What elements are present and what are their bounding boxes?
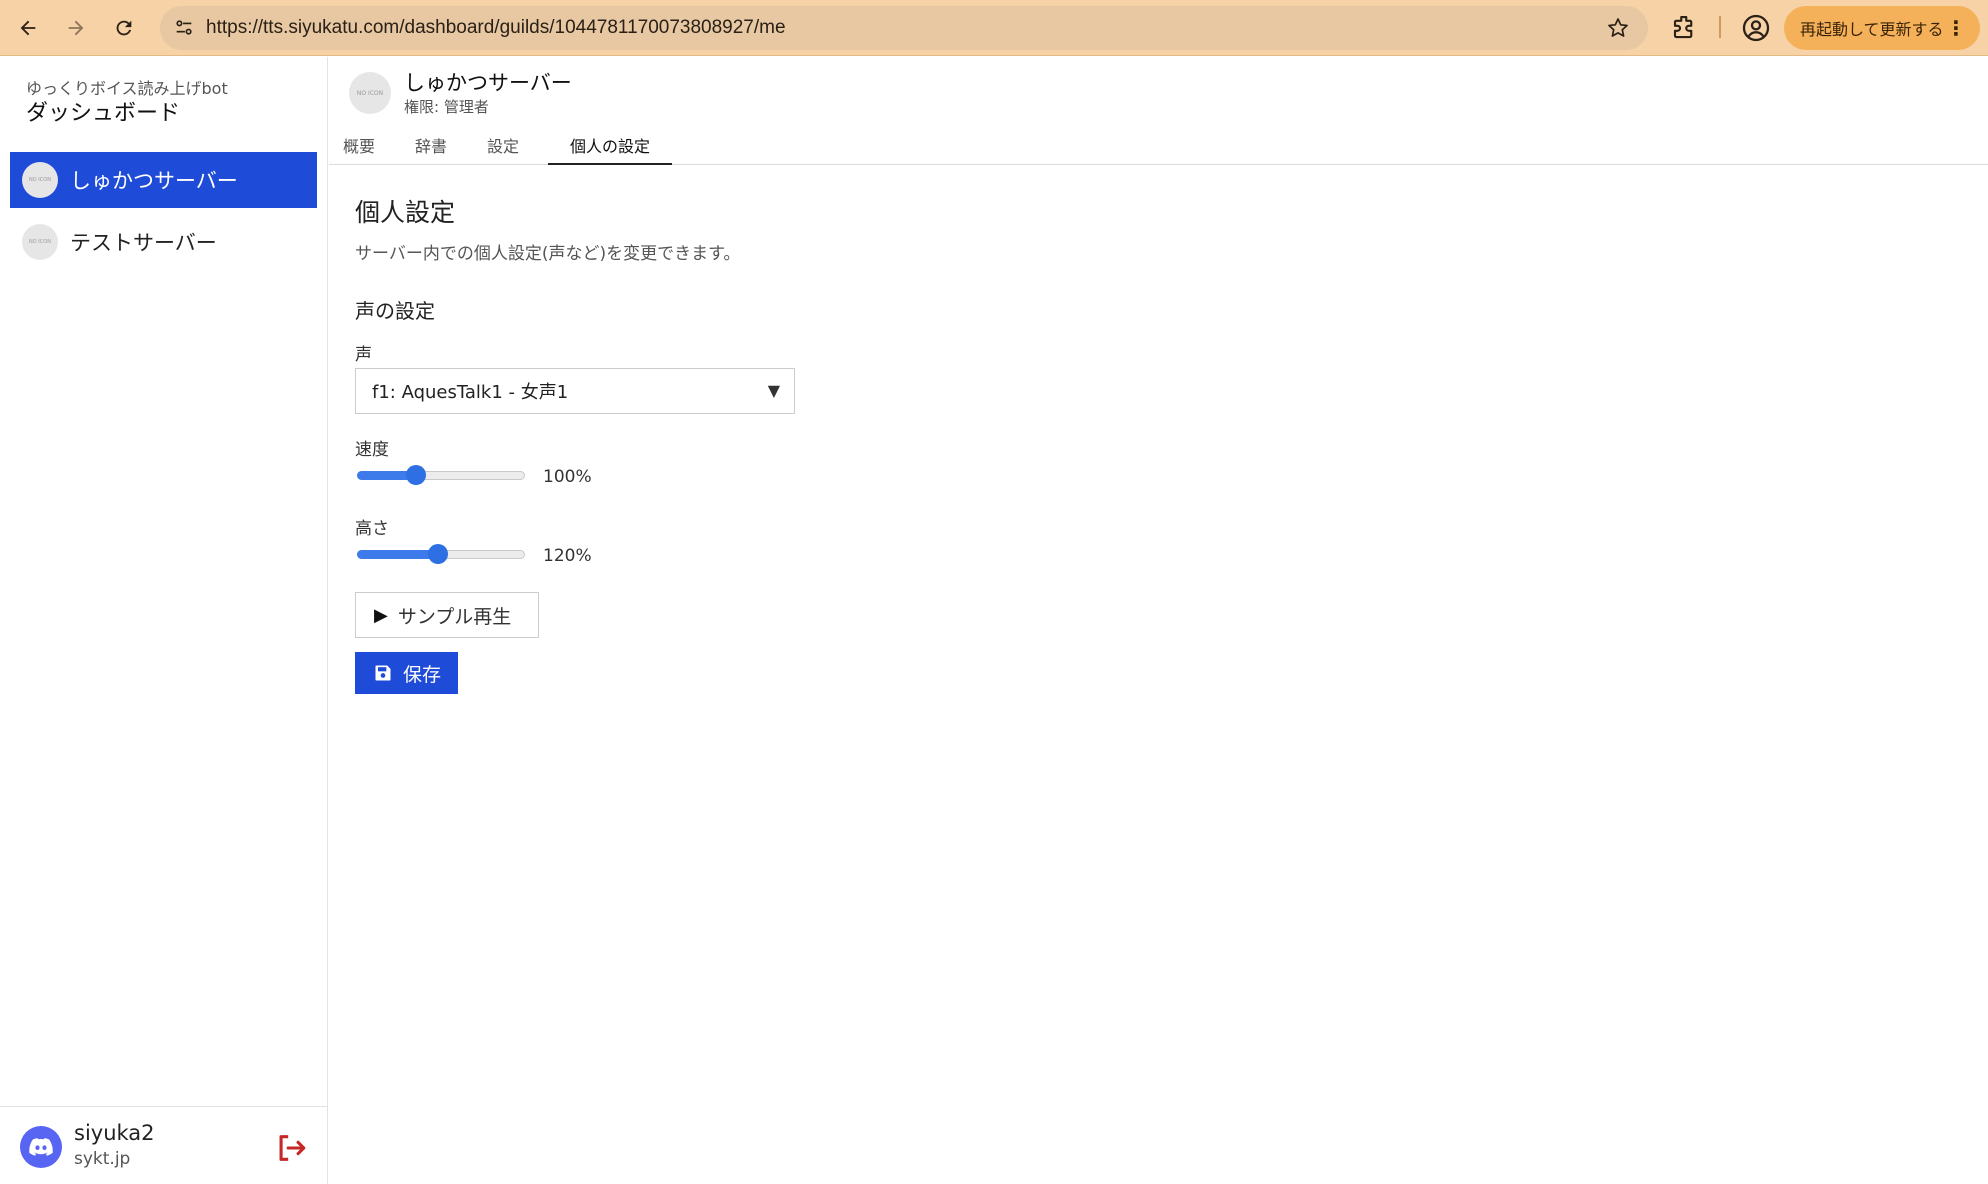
sidebar: ゆっくりボイス読み上げbot ダッシュボード NO ICON しゅかつサーバー … [0,57,328,1184]
server-avatar: NO ICON [22,224,58,260]
bookmark-star-icon[interactable] [1606,16,1630,40]
speed-slider[interactable] [357,465,525,485]
sample-play-button[interactable]: ▶ サンプル再生 [355,592,539,638]
toolbar-divider [1719,16,1721,38]
tab-personal-settings[interactable]: 個人の設定 [548,127,672,165]
user-panel: siyuka2 sykt.jp [0,1106,327,1184]
section-title: 個人設定 [355,198,456,227]
guild-role: 権限: 管理者 [404,98,489,116]
extensions-icon[interactable] [1670,12,1700,42]
main-content: NO ICON しゅかつサーバー 権限: 管理者 概要 辞書 設定 個人の設定 … [329,57,1988,1184]
relaunch-update-button[interactable]: 再起動して更新する ⋮ [1784,6,1980,50]
server-avatar: NO ICON [22,162,58,198]
forward-button[interactable] [58,10,94,46]
voice-select-value: f1: AquesTalk1 - 女声1 [372,382,569,403]
pitch-slider[interactable] [357,544,525,564]
sidebar-title: ダッシュボード [26,101,181,126]
site-settings-icon[interactable] [170,14,198,42]
save-button[interactable]: 保存 [355,652,458,694]
relaunch-update-label: 再起動して更新する [1800,20,1944,39]
pitch-slider-fill [357,550,438,559]
more-vertical-icon: ⋮ [1946,16,1966,40]
address-bar[interactable]: https://tts.siyukatu.com/dashboard/guild… [160,6,1648,50]
sample-play-label: サンプル再生 [397,605,512,628]
pitch-label: 高さ [355,519,389,539]
guild-name: しゅかつサーバー [404,71,572,95]
speed-slider-thumb[interactable] [406,465,426,485]
pitch-slider-thumb[interactable] [428,544,448,564]
speed-value: 100% [543,467,592,487]
tab-overview[interactable]: 概要 [329,127,389,165]
back-button[interactable] [10,10,46,46]
chevron-down-icon: ▼ [767,381,780,400]
tab-dictionary[interactable]: 辞書 [401,127,461,165]
arrow-right-icon [68,20,84,36]
play-icon: ▶ [374,604,388,626]
url-text: https://tts.siyukatu.com/dashboard/guild… [206,17,786,38]
tab-bar: 概要 辞書 設定 個人の設定 [329,127,1988,165]
tab-settings[interactable]: 設定 [473,127,533,165]
voice-label: 声 [355,345,372,365]
profile-icon[interactable] [1740,12,1772,44]
voice-select[interactable]: f1: AquesTalk1 - 女声1 ▼ [355,368,795,414]
logout-icon[interactable] [274,1131,308,1165]
discord-icon [29,1138,53,1156]
browser-toolbar: https://tts.siyukatu.com/dashboard/guild… [0,0,1988,56]
floppy-disk-icon [375,665,391,681]
sidebar-item-label: しゅかつサーバー [70,169,238,193]
reload-button[interactable] [106,10,142,46]
section-description: サーバー内での個人設定(声など)を変更できます。 [355,244,741,264]
sidebar-item-test-server[interactable]: NO ICON テストサーバー [10,214,317,270]
save-label: 保存 [403,663,442,686]
sidebar-item-label: テストサーバー [70,231,217,255]
voice-section-title: 声の設定 [355,299,435,323]
pitch-value: 120% [543,546,592,566]
reload-icon [116,20,132,36]
guild-avatar: NO ICON [349,72,391,114]
arrow-left-icon [20,20,36,36]
user-name: siyuka2 [74,1121,155,1145]
speed-label: 速度 [355,440,389,460]
sidebar-item-shukatsu-server[interactable]: NO ICON しゅかつサーバー [10,152,317,208]
discord-avatar [20,1126,62,1168]
user-domain: sykt.jp [74,1149,131,1169]
